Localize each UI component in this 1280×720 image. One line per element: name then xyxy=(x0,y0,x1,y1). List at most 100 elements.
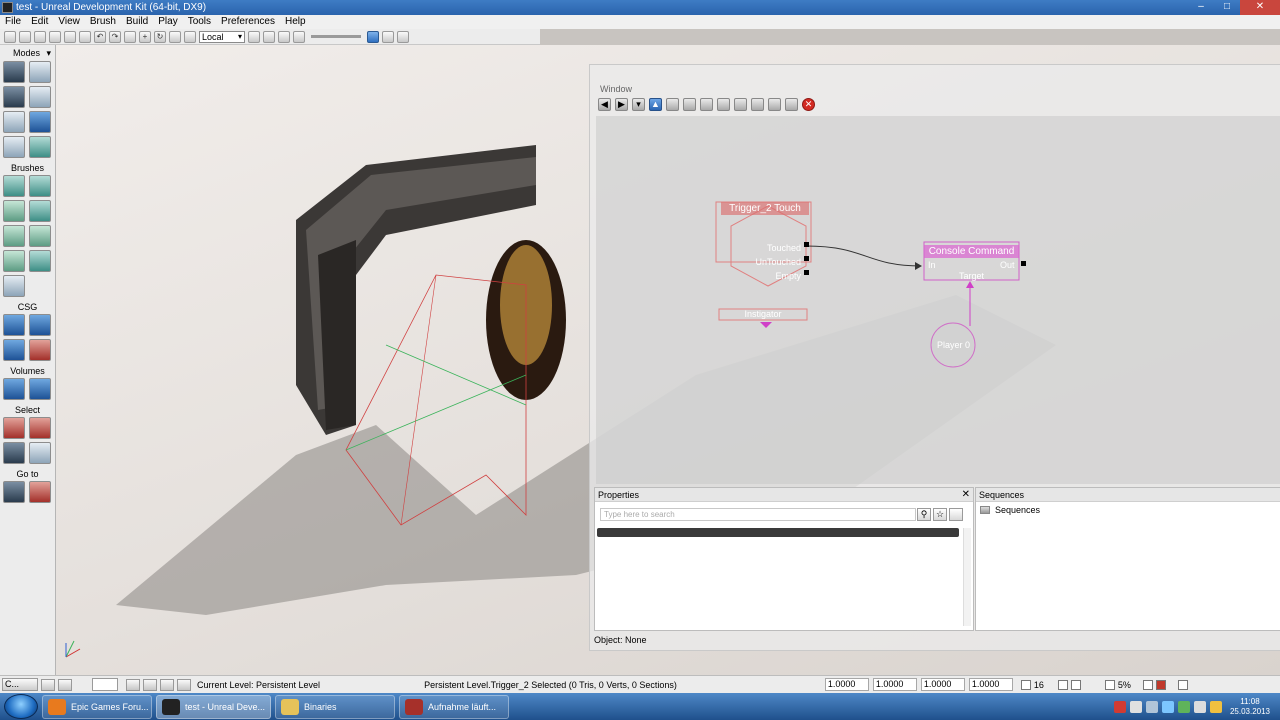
stairs-brush-icon[interactable] xyxy=(3,200,25,222)
console-node-title[interactable]: Console Command xyxy=(924,245,1019,258)
search-actors-icon[interactable] xyxy=(248,30,260,43)
filter-icon[interactable] xyxy=(949,508,963,521)
menu-preferences[interactable]: Preferences xyxy=(216,15,280,29)
sequence-tree-item[interactable]: Sequences xyxy=(980,505,1040,515)
level-viewport[interactable]: Window ◀ ▶ ▾ ▲ ✕ Trigger_2 Touch Touched… xyxy=(56,45,1280,675)
open-file-icon[interactable] xyxy=(19,30,31,43)
goto-actor-icon[interactable] xyxy=(3,481,25,503)
command-button[interactable]: C... xyxy=(2,678,38,691)
start-button[interactable] xyxy=(4,694,38,719)
spiral-stairs-icon[interactable] xyxy=(3,250,25,272)
actor-lock-icon[interactable] xyxy=(126,678,140,691)
console-icon[interactable] xyxy=(41,678,55,691)
scale-y-field[interactable]: 1.0000 xyxy=(920,678,965,691)
eye-icon[interactable] xyxy=(177,678,191,691)
translate-icon[interactable]: + xyxy=(139,30,151,43)
close-button[interactable]: ✕ xyxy=(1240,0,1280,15)
csg-deintersect-icon[interactable] xyxy=(29,339,51,361)
coordinate-system-select[interactable]: Local xyxy=(199,30,245,43)
landscape-icon[interactable] xyxy=(3,136,25,158)
minimize-button[interactable]: – xyxy=(1188,0,1214,15)
properties-search-input[interactable]: Type here to search xyxy=(600,508,916,521)
build-all-icon[interactable] xyxy=(367,30,379,43)
rename-sequence-icon[interactable] xyxy=(666,97,679,111)
show-all-icon[interactable] xyxy=(29,442,51,464)
back-arrow-icon[interactable]: ◀ xyxy=(598,97,611,111)
volume-menu-icon[interactable] xyxy=(29,378,51,400)
history-dropdown-icon[interactable]: ▾ xyxy=(632,97,645,111)
output-untouched[interactable]: UnTouched xyxy=(746,255,801,269)
antivirus-icon[interactable] xyxy=(1113,700,1126,713)
scale-nonuniform-icon[interactable] xyxy=(184,30,196,43)
scale-x-field[interactable]: 1.0000 xyxy=(872,678,917,691)
grid-size[interactable]: 16 xyxy=(1034,680,1044,690)
cylinder-brush-icon[interactable] xyxy=(29,200,51,222)
show-selected-icon[interactable] xyxy=(3,417,25,439)
menu-tools[interactable]: Tools xyxy=(183,15,216,29)
menu-file[interactable]: File xyxy=(0,15,26,29)
build-geometry-icon[interactable] xyxy=(382,30,394,43)
autosave-indicator-icon[interactable] xyxy=(1155,679,1166,690)
redo-icon[interactable]: ↷ xyxy=(109,30,121,43)
power-icon[interactable] xyxy=(1209,700,1222,713)
save-icon[interactable] xyxy=(49,30,61,43)
zoom-to-fit-icon[interactable] xyxy=(717,97,730,111)
sphere-brush-icon[interactable] xyxy=(29,250,51,272)
build-lighting-icon[interactable] xyxy=(397,30,409,43)
terrain-mode-icon[interactable] xyxy=(3,86,25,108)
rotation-snap-checkbox[interactable] xyxy=(1057,679,1068,690)
parent-sequence-icon[interactable]: ▲ xyxy=(649,97,662,111)
content-browser-icon[interactable] xyxy=(263,30,275,43)
kismet-debug-icon[interactable] xyxy=(785,97,798,111)
save-all-icon[interactable] xyxy=(64,30,76,43)
drag-grid-slider[interactable] xyxy=(311,35,361,38)
menu-edit[interactable]: Edit xyxy=(26,15,53,29)
forward-arrow-icon[interactable]: ▶ xyxy=(615,97,628,111)
geometry-mode-icon[interactable] xyxy=(29,61,51,83)
taskbar-item-recorder[interactable]: Aufnahme läuft... xyxy=(399,694,509,719)
trigger-node-title[interactable]: Trigger_2 Touch xyxy=(721,202,809,215)
menu-build[interactable]: Build xyxy=(121,15,153,29)
update-icon[interactable] xyxy=(1177,700,1190,713)
volumetric-brush-icon[interactable] xyxy=(3,275,25,297)
hide-selected-icon[interactable] xyxy=(29,417,51,439)
csg-add-icon[interactable] xyxy=(3,314,25,336)
favorites-icon[interactable]: ☆ xyxy=(933,508,947,521)
menu-play[interactable]: Play xyxy=(153,15,182,29)
grid-toggle-icon[interactable] xyxy=(1020,679,1031,690)
output-touched[interactable]: Touched xyxy=(746,241,801,255)
autosave-checkbox[interactable] xyxy=(1142,679,1153,690)
network-icon[interactable] xyxy=(1129,700,1142,713)
rotate-icon[interactable]: ↻ xyxy=(154,30,166,43)
realtime-checkbox[interactable] xyxy=(1177,679,1188,690)
static-mesh-icon[interactable] xyxy=(29,111,51,133)
search-icon[interactable] xyxy=(751,97,764,111)
level-browser-icon[interactable] xyxy=(160,678,174,691)
goto-builder-brush-icon[interactable] xyxy=(29,481,51,503)
hide-connectors-icon[interactable] xyxy=(683,97,696,111)
console-output[interactable]: Out xyxy=(1000,260,1015,270)
menu-help[interactable]: Help xyxy=(280,15,311,29)
target-link[interactable]: Target xyxy=(924,271,1019,281)
scale-snap-percent[interactable]: 5% xyxy=(1118,680,1131,690)
csg-subtract-icon[interactable] xyxy=(29,314,51,336)
sheet-brush-icon[interactable] xyxy=(29,225,51,247)
menu-brush[interactable]: Brush xyxy=(85,15,121,29)
command-input[interactable] xyxy=(92,678,118,691)
linear-stairs-icon[interactable] xyxy=(3,225,25,247)
scale-icon[interactable] xyxy=(169,30,181,43)
invert-selection-icon[interactable] xyxy=(3,442,25,464)
rotation-snap-dropdown[interactable] xyxy=(1070,679,1081,690)
taskbar-item-udk[interactable]: test - Unreal Deve... xyxy=(156,694,271,719)
output-empty[interactable]: Empty xyxy=(746,269,801,283)
kismet-graph-canvas[interactable]: Trigger_2 Touch Touched UnTouched Empty … xyxy=(596,116,1280,484)
level-icon[interactable] xyxy=(143,678,157,691)
taskbar-item-folder[interactable]: Binaries xyxy=(275,694,395,719)
taskbar-item-browser[interactable]: Epic Games Foru... xyxy=(42,694,152,719)
console-input[interactable]: In xyxy=(928,260,936,270)
camera-mode-icon[interactable] xyxy=(3,61,25,83)
drag-scale-field[interactable]: 1.0000 xyxy=(824,678,869,691)
scale-z-field[interactable]: 1.0000 xyxy=(968,678,1013,691)
texture-align-icon[interactable] xyxy=(29,86,51,108)
toggle-breakpoint-icon[interactable] xyxy=(734,97,747,111)
